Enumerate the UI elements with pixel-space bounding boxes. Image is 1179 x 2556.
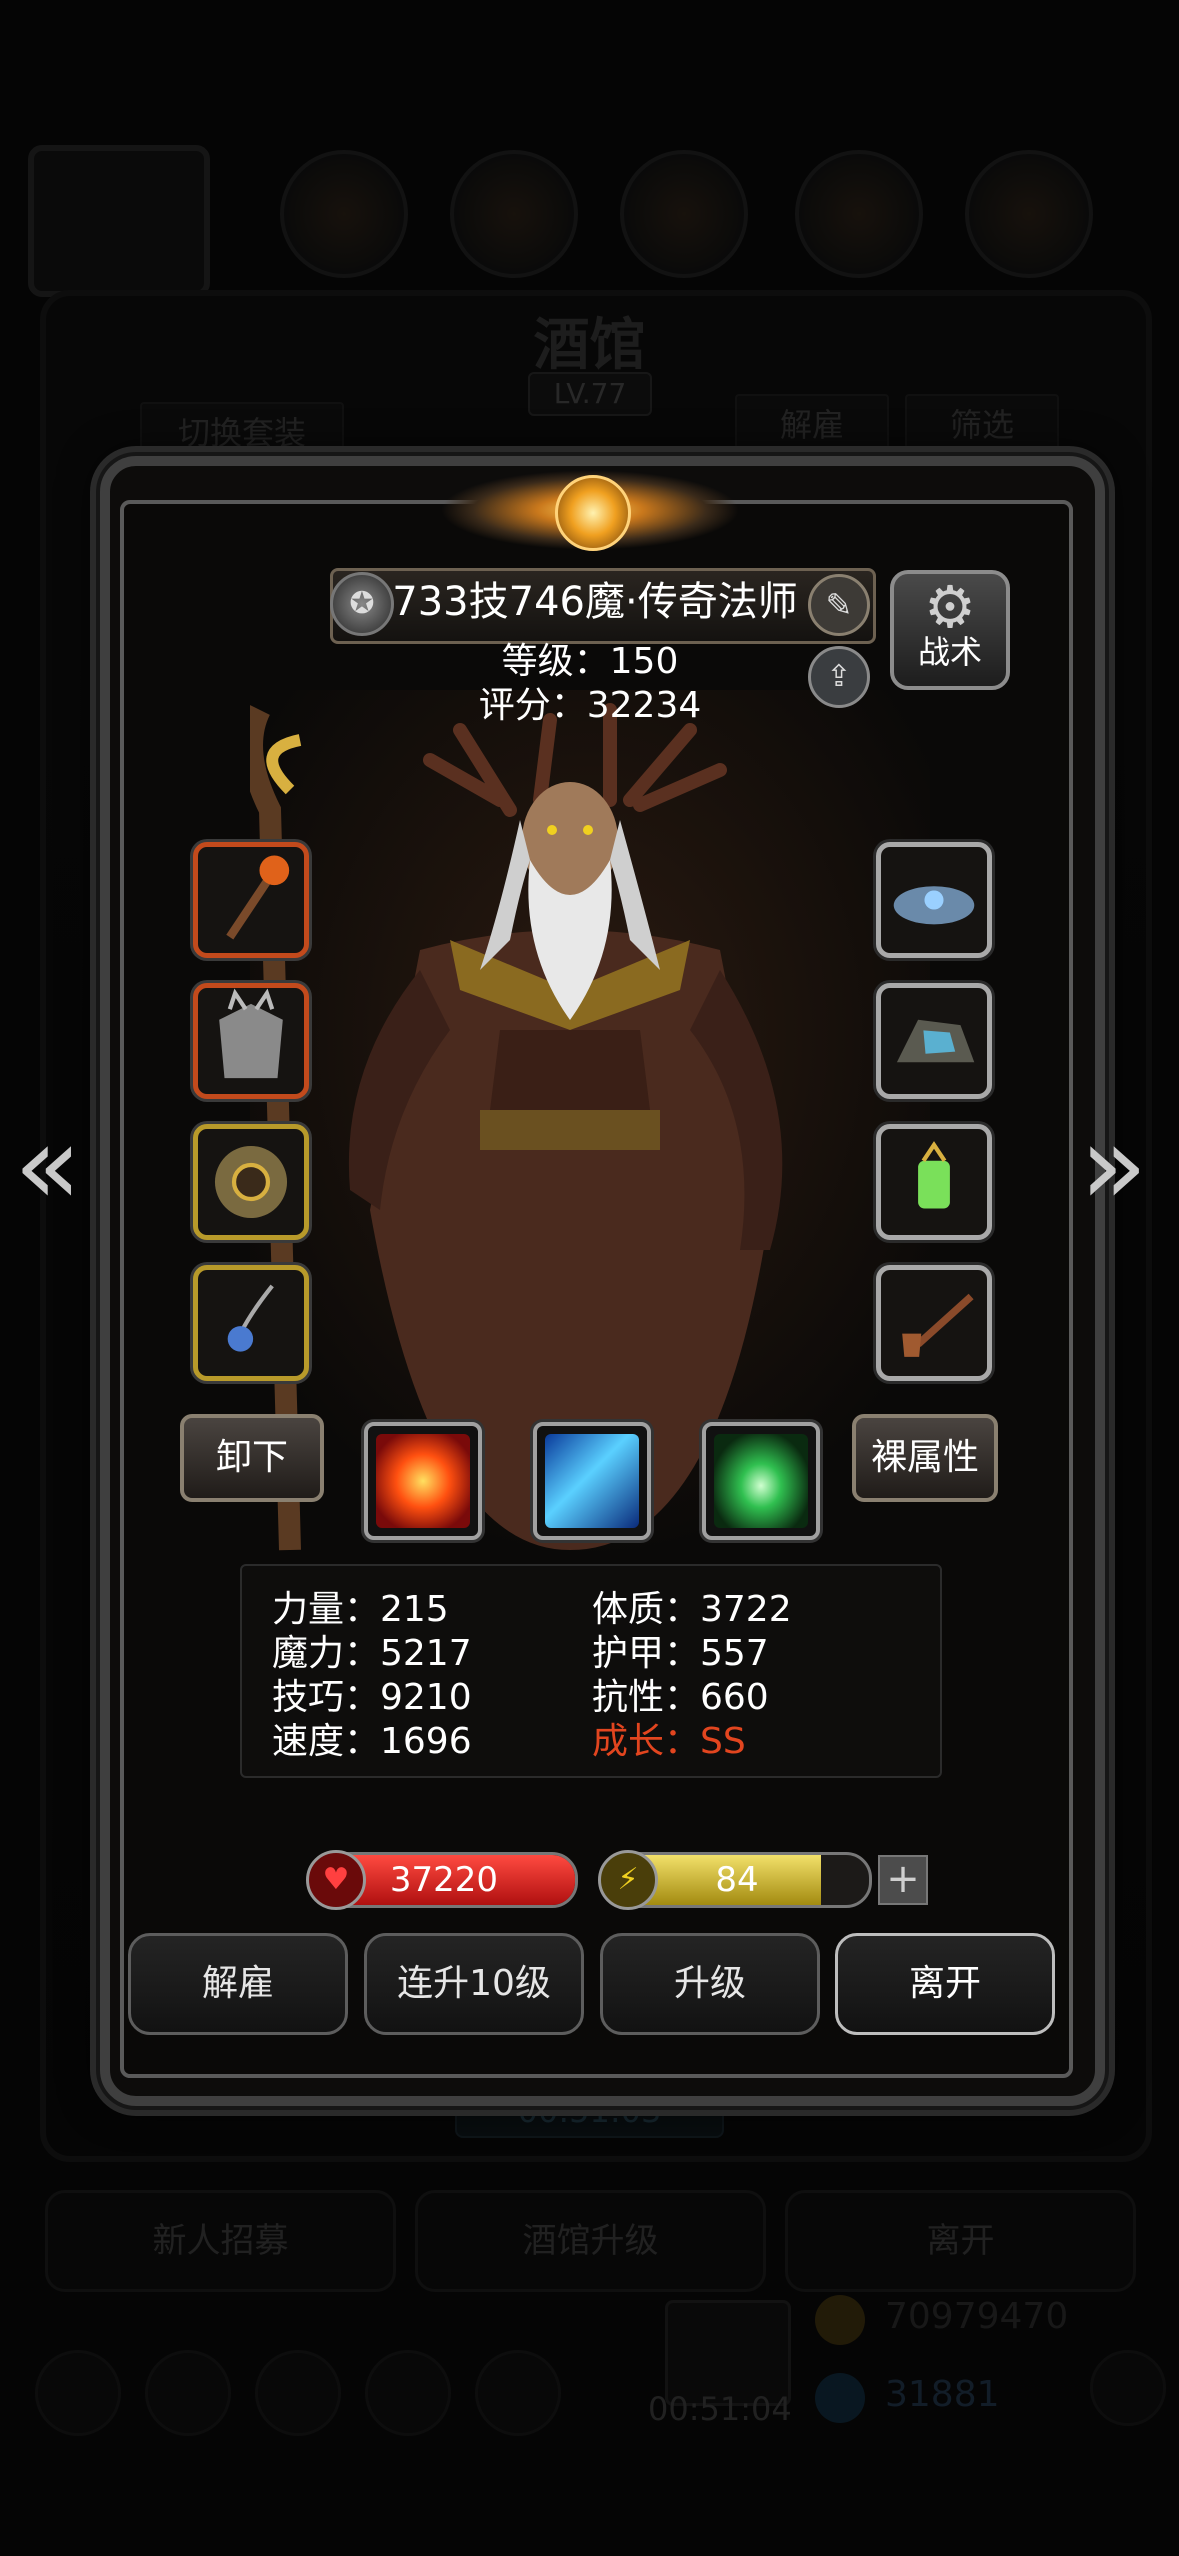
- nav-icon: [145, 2350, 231, 2436]
- skill-slot-1[interactable]: [364, 1422, 482, 1540]
- share-icon[interactable]: ⇪: [808, 646, 870, 708]
- equip-slot-amulet[interactable]: [193, 1265, 309, 1381]
- bg-dismiss-button: 解雇: [735, 394, 889, 456]
- gear-icon: ⚙: [924, 573, 976, 641]
- hero-score: 评分：32234: [478, 685, 702, 726]
- gem-amount: 31881: [885, 2374, 1000, 2415]
- level-up-10-button[interactable]: 连升10级: [364, 1933, 584, 2035]
- equip-slot-pipe[interactable]: [876, 1265, 992, 1381]
- gem-rock-icon: [896, 1019, 975, 1063]
- tactics-button[interactable]: ⚙ 战术: [890, 570, 1010, 690]
- tavern-upgrade-button: 酒馆升级: [415, 2190, 766, 2292]
- shield-icon: [214, 1145, 288, 1219]
- top-circle-icon: [280, 150, 408, 278]
- edit-name-icon[interactable]: ✎: [808, 574, 870, 636]
- prev-hero-arrow-icon[interactable]: «: [14, 1110, 81, 1220]
- staff-icon: [226, 855, 290, 940]
- skill-slot-3[interactable]: [702, 1422, 820, 1540]
- ice-slash-icon: [545, 1434, 639, 1528]
- dismiss-button[interactable]: 解雇: [128, 1933, 348, 2035]
- base-attributes-button[interactable]: 裸属性: [852, 1414, 998, 1502]
- nav-icon: [255, 2350, 341, 2436]
- gold-amount: 70979470: [885, 2296, 1069, 2337]
- heart-icon: ♥: [306, 1850, 366, 1910]
- stat-magic: 魔力：5217: [272, 1633, 472, 1674]
- equip-slot-crown[interactable]: [876, 842, 992, 958]
- amulet-icon: [227, 1284, 274, 1352]
- nav-icon: [475, 2350, 561, 2436]
- stat-resistance: 抗性：660: [592, 1677, 769, 1718]
- green-flame-icon: [714, 1434, 808, 1528]
- tavern-title: 酒馆: [533, 312, 646, 378]
- equip-slot-shield[interactable]: [193, 1124, 309, 1240]
- equip-slot-lantern[interactable]: [876, 1124, 992, 1240]
- hero-name: 733技746魔·传奇法师: [392, 579, 798, 625]
- stat-growth: 成长：SS: [592, 1721, 746, 1762]
- gem-icon: [815, 2373, 865, 2423]
- sun-emblem-icon: [555, 475, 631, 551]
- pipe-icon: [902, 1293, 974, 1357]
- skill-slot-2[interactable]: [533, 1422, 651, 1540]
- crown-icon: [893, 886, 975, 925]
- stat-speed: 速度：1696: [272, 1721, 472, 1762]
- hero-avatar-frame: [28, 145, 210, 297]
- top-circle-icon: [450, 150, 578, 278]
- add-energy-button[interactable]: +: [878, 1855, 928, 1905]
- nav-icon: [365, 2350, 451, 2436]
- fire-burst-icon: [376, 1434, 470, 1528]
- stat-constitution: 体质：3722: [592, 1589, 792, 1630]
- stat-armor: 护甲：557: [592, 1633, 769, 1674]
- new-recruit-button: 新人招募: [45, 2190, 396, 2292]
- next-hero-arrow-icon[interactable]: »: [1080, 1110, 1147, 1220]
- armor-icon: [219, 988, 283, 1079]
- stat-skill: 技巧：9210: [272, 1677, 472, 1718]
- gold-icon: [815, 2295, 865, 2345]
- chest-timer: 00:51:04: [648, 2390, 792, 2428]
- bg-filter-button: 筛选: [905, 394, 1059, 456]
- top-circle-icon: [965, 150, 1093, 278]
- switch-outfit-button: 切换套装: [140, 402, 344, 464]
- top-circle-icon: [795, 150, 923, 278]
- lightning-icon: ⚡: [598, 1850, 658, 1910]
- equip-slot-armor[interactable]: [193, 983, 309, 1099]
- equip-slot-gem[interactable]: [876, 983, 992, 1099]
- top-circle-icon: [620, 150, 748, 278]
- unequip-button[interactable]: 卸下: [180, 1414, 324, 1502]
- equip-slot-weapon[interactable]: [193, 842, 309, 958]
- stat-strength: 力量：215: [272, 1589, 449, 1630]
- nav-icon: [35, 2350, 121, 2436]
- tactics-label: 战术: [917, 633, 982, 671]
- tavern-level: LV.77: [528, 372, 652, 416]
- top-icon-row: [0, 0, 1179, 300]
- leave-button[interactable]: 离开: [835, 1933, 1055, 2035]
- upgrade-button[interactable]: 升级: [600, 1933, 820, 2035]
- add-icon: [1090, 2350, 1166, 2426]
- lantern-icon: [918, 1141, 950, 1209]
- bg-leave-button: 离开: [785, 2190, 1136, 2292]
